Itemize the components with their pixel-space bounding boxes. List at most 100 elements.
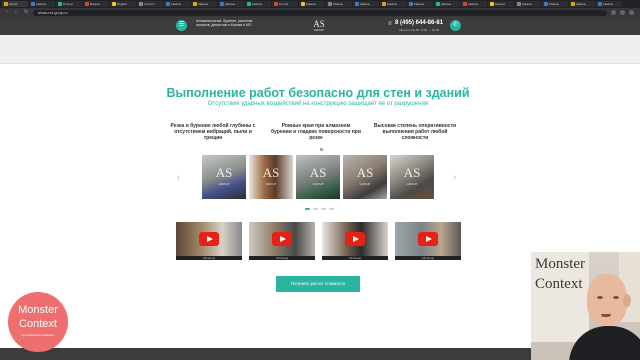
tab-favicon-icon xyxy=(31,2,35,6)
photo-watermark-sub: GROUP xyxy=(359,182,371,186)
video-thumbnail[interactable]: AS Group xyxy=(322,222,388,260)
tab-favicon-icon xyxy=(409,2,413,6)
browser-tab[interactable]: Кампан xyxy=(353,1,379,7)
play-icon[interactable] xyxy=(345,232,365,246)
browser-tab[interactable]: Кампан xyxy=(326,1,352,7)
browser-tab[interactable]: Вопрос xyxy=(83,1,109,7)
browser-tab[interactable]: Кампан xyxy=(380,1,406,7)
site-logo[interactable]: AS GROUP xyxy=(312,19,326,33)
tab-label: Кампан xyxy=(387,2,398,6)
section-title: Выполнение работ безопасно для стен и зд… xyxy=(166,86,470,100)
presenter-eye xyxy=(597,296,603,299)
carousel-dot[interactable] xyxy=(329,208,334,210)
forward-icon[interactable]: › xyxy=(15,10,20,15)
tab-label: Кампан xyxy=(522,2,533,6)
photo-watermark-sub: GROUP xyxy=(218,182,230,186)
photo-watermark-sub: GROUP xyxy=(312,182,324,186)
presenter-mouth xyxy=(601,314,611,317)
logo-mark: AS xyxy=(313,19,325,29)
video-thumbnail[interactable]: AS Group xyxy=(249,222,315,260)
url-field[interactable]: almaz-rez-group.ru xyxy=(33,9,607,16)
phone-icon: ✆ xyxy=(452,22,459,28)
header-divider-strip xyxy=(0,35,640,64)
video-thumbnail[interactable]: AS Group xyxy=(176,222,242,260)
header-tagline: Алмазная резка, бурение, усиление проемо… xyxy=(196,19,253,28)
browser-tab[interactable]: Яндекс xyxy=(110,1,136,7)
browser-tab[interactable]: Кампан xyxy=(299,1,325,7)
phone-number-link[interactable]: 8 (495) 644-86-81 xyxy=(395,20,443,26)
tab-label: Кампан xyxy=(441,2,452,6)
logo-line: Context xyxy=(19,318,57,330)
back-icon[interactable]: ‹ xyxy=(6,10,11,15)
tab-label: Яндекс xyxy=(117,2,128,6)
carousel-dot[interactable] xyxy=(313,208,318,210)
browser-tab[interactable]: Кампан xyxy=(461,1,487,7)
browser-tab[interactable]: Кампан xyxy=(596,1,622,7)
play-icon[interactable] xyxy=(272,232,292,246)
tab-favicon-icon xyxy=(85,2,89,6)
gallery-photo[interactable]: AS GROUP xyxy=(296,155,340,199)
tab-favicon-icon xyxy=(220,2,224,6)
tab-favicon-icon xyxy=(139,2,143,6)
presenter-eye xyxy=(613,296,619,299)
photo-watermark-sub: GROUP xyxy=(406,182,418,186)
carousel-next-icon[interactable]: › xyxy=(453,172,456,183)
video-caption: AS Group xyxy=(395,256,461,260)
carousel-prev-icon[interactable]: ‹ xyxy=(177,172,180,183)
browser-tab[interactable]: Кампан xyxy=(434,1,460,7)
play-icon[interactable] xyxy=(418,232,438,246)
browser-tab[interactable]: Кампан xyxy=(407,1,433,7)
tab-label: Кампан xyxy=(36,2,47,6)
tab-label: Кампан xyxy=(495,2,506,6)
browser-tab[interactable]: Кампан xyxy=(515,1,541,7)
gallery-photo[interactable]: AS GROUP xyxy=(343,155,387,199)
photo-watermark-sub: GROUP xyxy=(265,182,277,186)
browser-tab[interactable]: Кампан xyxy=(245,1,271,7)
browser-tab[interactable]: Monst xyxy=(2,1,28,7)
poster-text: Context xyxy=(535,276,583,292)
gallery-photo[interactable]: AS GROUP xyxy=(249,155,293,199)
tab-label: Кампан xyxy=(306,2,317,6)
carousel-dot[interactable] xyxy=(305,208,310,210)
tab-favicon-icon xyxy=(355,2,359,6)
callback-button[interactable]: ✆ xyxy=(450,20,461,31)
photo-watermark: AS xyxy=(403,165,421,180)
play-icon[interactable] xyxy=(199,232,219,246)
browser-tab[interactable]: Гео Re xyxy=(272,1,298,7)
carousel-dot[interactable] xyxy=(321,208,326,210)
photo-watermark: AS xyxy=(262,165,280,180)
working-hours: Звоните Пн-Вс: 8:00 — 21:00 xyxy=(399,28,440,32)
tab-label: Monst xyxy=(9,2,18,6)
tab-favicon-icon xyxy=(490,2,494,6)
profile-icon[interactable] xyxy=(629,10,634,15)
browser-tab[interactable]: Статьи xyxy=(56,1,82,7)
tab-label: Статист xyxy=(144,2,156,6)
gallery-photo[interactable]: AS GROUP xyxy=(202,155,246,199)
browser-tab[interactable]: Кампан xyxy=(488,1,514,7)
feature-text: Ровные края при алмазном бурении и гладк… xyxy=(271,123,361,141)
get-price-button[interactable]: Получить расчет стоимости xyxy=(276,276,360,292)
presenter-ear xyxy=(623,294,631,307)
browser-tab[interactable]: Статист xyxy=(137,1,163,7)
browser-tab[interactable]: Кампан xyxy=(569,1,595,7)
tab-label: Статьи xyxy=(63,2,73,6)
video-thumbnail[interactable]: AS Group xyxy=(395,222,461,260)
tab-label: Кампан xyxy=(252,2,263,6)
extension-icon[interactable] xyxy=(620,10,625,15)
video-caption: AS Group xyxy=(249,256,315,260)
reload-icon[interactable]: ↻ xyxy=(24,10,29,15)
tab-favicon-icon xyxy=(58,2,62,6)
menu-button[interactable]: ☰ xyxy=(176,20,187,31)
browser-tab[interactable]: Кампан xyxy=(218,1,244,7)
extension-icon[interactable] xyxy=(611,10,616,15)
browser-tab[interactable]: Кампан xyxy=(542,1,568,7)
tab-label: Кампан xyxy=(414,2,425,6)
tab-label: Кампан xyxy=(225,2,236,6)
browser-tab[interactable]: Кампан xyxy=(29,1,55,7)
browser-tab[interactable]: Кампан xyxy=(191,1,217,7)
gallery-photo[interactable]: AS GROUP xyxy=(390,155,434,199)
tab-label: Кампан xyxy=(333,2,344,6)
monster-context-logo: Monster Context by Konstantin Loshkarev xyxy=(8,292,68,352)
tab-favicon-icon xyxy=(4,2,8,6)
browser-tab[interactable]: Кампан xyxy=(164,1,190,7)
